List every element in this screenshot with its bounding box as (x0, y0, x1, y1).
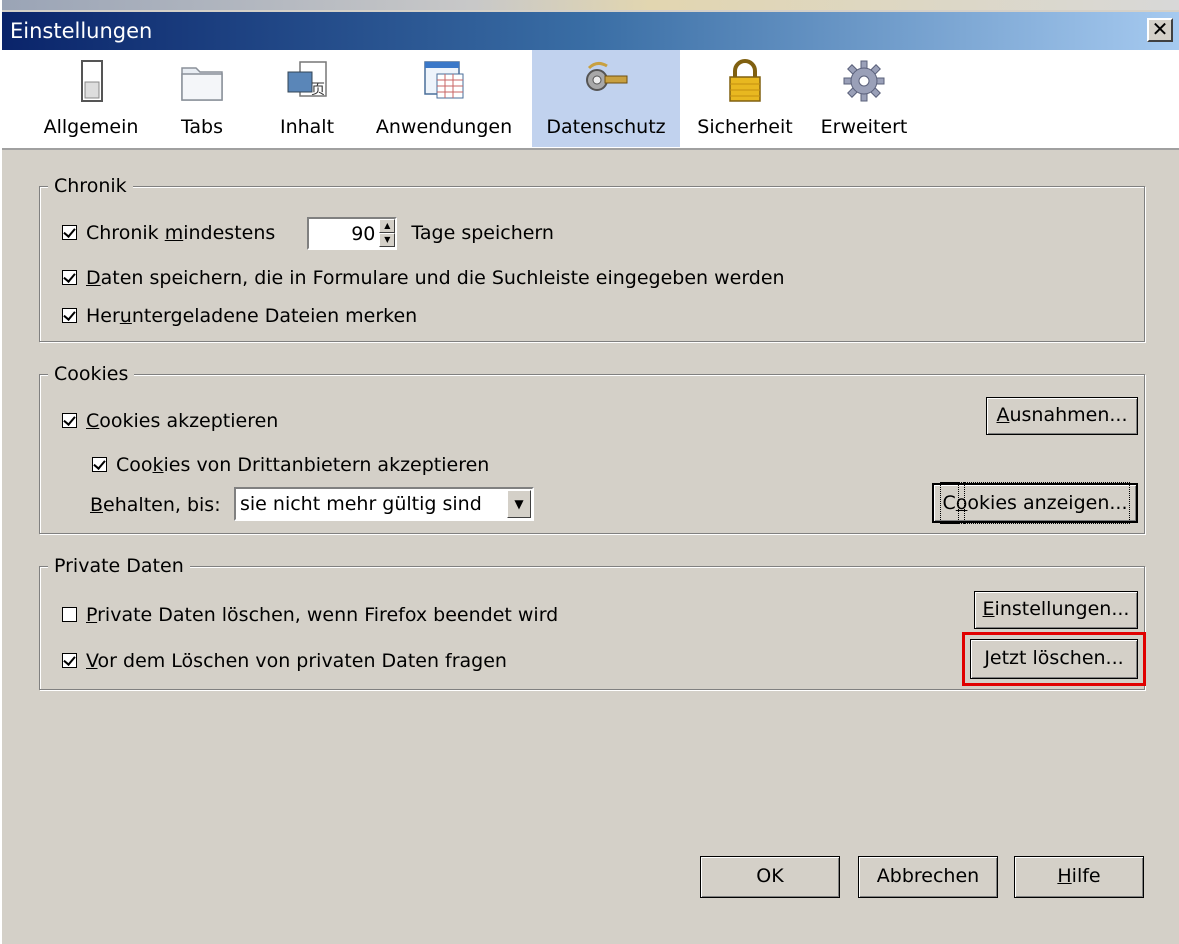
tab-tabs[interactable]: Tabs (162, 50, 242, 147)
cancel-label: Abbrechen (876, 865, 980, 887)
keep-until-text: ehalten, bis: (103, 494, 221, 516)
close-icon: ✕ (1151, 17, 1169, 41)
keep-history-row[interactable]: Chronik mindestens 90 ▲ ▼ Tage speichern (62, 217, 554, 250)
help-button[interactable]: Hilfe (1014, 856, 1144, 898)
private-settings-accesskey: E (982, 598, 995, 620)
tab-erweitert-label: Erweitert (820, 116, 908, 138)
exceptions-button[interactable]: Ausnahmen... (986, 397, 1138, 435)
history-days-value: 90 (351, 223, 376, 245)
ok-button[interactable]: OK (700, 856, 840, 898)
exceptions-label: usnahmen... (1009, 404, 1128, 426)
background-window-strip (2, 0, 1179, 10)
accept-cookies-checkbox[interactable] (62, 413, 77, 428)
third-party-label: Coo (116, 454, 153, 476)
content-page-icon: 页 (287, 61, 327, 98)
gear-icon (843, 60, 885, 102)
ask-before-clear-checkbox[interactable] (62, 653, 77, 668)
clear-on-exit-row[interactable]: Private Daten löschen, wenn Firefox been… (62, 603, 558, 627)
accept-cookies-label: ookies akzeptieren (99, 410, 279, 432)
tab-datenschutz[interactable]: Datenschutz (532, 50, 680, 147)
tab-anwendungen[interactable]: Anwendungen (366, 50, 522, 147)
private-data-legend: Private Daten (48, 554, 190, 578)
tab-erweitert[interactable]: Erweitert (812, 50, 916, 147)
tab-datenschutz-label: Datenschutz (546, 116, 666, 138)
keep-history-label: Chronik (86, 222, 165, 244)
title-bar[interactable]: Einstellungen ✕ (2, 12, 1179, 50)
show-cookies-label: C (939, 482, 959, 524)
tab-anwendungen-label: Anwendungen (375, 116, 513, 138)
keep-history-accesskey: m (164, 222, 184, 244)
remember-downloads-row[interactable]: Heruntergeladene Dateien merken (62, 304, 417, 328)
clear-on-exit-checkbox[interactable] (62, 607, 77, 622)
save-forms-checkbox[interactable] (62, 270, 77, 285)
ok-label: OK (756, 865, 784, 887)
tab-allgemein[interactable]: Allgemein (36, 50, 146, 147)
applications-window-icon (424, 61, 464, 99)
category-toolbar: Allgemein Tabs 页 Inhalt Anwendungen Date… (2, 50, 1179, 150)
chevron-down-icon[interactable]: ▼ (507, 490, 531, 518)
show-cookies-label-rest: okies anzeigen... (964, 482, 1131, 524)
switch-icon (81, 60, 103, 102)
tab-tabs-label: Tabs (180, 116, 224, 138)
close-button[interactable]: ✕ (1147, 18, 1173, 42)
preferences-dialog: Einstellungen ✕ Allgemein Tabs 页 Inhalt … (0, 0, 1179, 944)
folder-tabs-icon (181, 67, 223, 101)
third-party-cookies-row[interactable]: Cookies von Drittanbietern akzeptieren (92, 453, 489, 477)
keep-until-accesskey: B (90, 494, 104, 516)
keep-until-select[interactable]: sie nicht mehr gültig sind ▼ (234, 487, 534, 521)
clear-on-exit-accesskey: P (86, 604, 98, 626)
tab-inhalt[interactable]: 页 Inhalt (262, 50, 352, 147)
show-cookies-accesskey: o (955, 492, 968, 514)
ask-before-clear-row[interactable]: Vor dem Löschen von privaten Daten frage… (62, 649, 507, 673)
spin-up-icon[interactable]: ▲ (379, 219, 396, 233)
accept-cookies-accesskey: C (86, 410, 100, 432)
padlock-icon (729, 59, 761, 102)
show-cookies-button[interactable]: Cookies anzeigen... (932, 482, 1138, 524)
cancel-button[interactable]: Abbrechen (858, 856, 998, 898)
help-accesskey: H (1057, 865, 1072, 887)
save-forms-accesskey: D (86, 267, 101, 289)
history-group: Chronik Chronik mindestens 90 ▲ ▼ Tage sp… (39, 174, 1145, 342)
keep-history-suffix: Tage speichern (411, 222, 554, 244)
private-settings-button[interactable]: Einstellungen... (974, 591, 1138, 629)
cookies-group: Cookies Cookies akzeptieren Cookies von … (39, 362, 1145, 534)
tab-allgemein-label: Allgemein (43, 116, 139, 138)
remember-downloads-checkbox[interactable] (62, 308, 77, 323)
save-forms-row[interactable]: Daten speichern, die in Formulare und di… (62, 266, 785, 290)
clear-on-exit-label: rivate Daten löschen, wenn Firefox beend… (97, 604, 559, 626)
svg-text:页: 页 (311, 82, 325, 98)
ask-before-clear-label: or dem Löschen von privaten Daten fragen (97, 650, 507, 672)
tab-inhalt-label: Inhalt (279, 116, 335, 138)
downloads-accesskey: u (119, 305, 132, 327)
keep-history-label-rest: indestens (183, 222, 276, 244)
highlight-box (962, 632, 1146, 686)
window-title: Einstellungen (10, 19, 153, 43)
spin-down-icon[interactable]: ▼ (379, 233, 396, 247)
downloads-label-rest: ntergeladene Dateien merken (131, 305, 418, 327)
tab-sicherheit-label: Sicherheit (697, 116, 793, 138)
history-days-spinner[interactable]: 90 ▲ ▼ (307, 217, 398, 250)
history-legend: Chronik (48, 174, 133, 198)
keep-until-label: Behalten, bis: (90, 493, 221, 517)
exceptions-accesskey: A (996, 404, 1010, 426)
save-forms-label: aten speichern, die in Formulare und die… (100, 267, 785, 289)
downloads-label: Her (86, 305, 120, 327)
private-settings-label: instellungen... (994, 598, 1130, 620)
third-party-accesskey: k (152, 454, 164, 476)
keep-until-value: sie nicht mehr gültig sind (240, 493, 482, 515)
keep-history-checkbox[interactable] (62, 225, 77, 240)
privacy-key-icon (586, 61, 628, 91)
help-label: ilfe (1071, 865, 1101, 887)
accept-cookies-row[interactable]: Cookies akzeptieren (62, 409, 278, 433)
cookies-legend: Cookies (48, 362, 135, 386)
third-party-cookies-checkbox[interactable] (92, 457, 107, 472)
tab-sicherheit[interactable]: Sicherheit (690, 50, 800, 147)
third-party-label-rest: ies von Drittanbietern akzeptieren (163, 454, 490, 476)
ask-before-clear-accesskey: V (86, 650, 98, 672)
